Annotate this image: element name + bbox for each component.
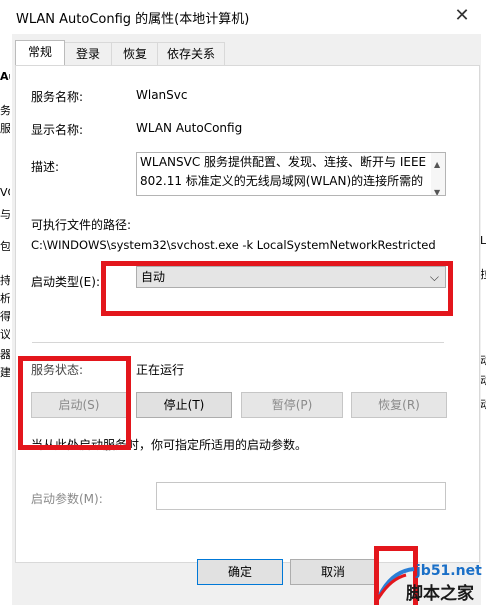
description-line: WLANSVC 服务提供配置、发现、连接、断开与 IEEE (140, 155, 427, 169)
window-title: WLAN AutoConfig 的属性(本地计算机) (16, 12, 250, 27)
close-icon[interactable]: ✕ (452, 6, 472, 26)
stop-service-button[interactable]: 停止(T) (136, 392, 232, 418)
background-text-fragment: Au (0, 70, 10, 83)
start-params-input[interactable] (156, 482, 446, 510)
description-label: 描述: (31, 160, 60, 174)
tab-general[interactable]: 常规 (15, 40, 65, 65)
description-textbox[interactable]: WLANSVC 服务提供配置、发现、连接、断开与 IEEE 802.11 标准定… (136, 152, 446, 196)
background-text-fragment: 析 (0, 292, 10, 305)
ok-button[interactable]: 确定 (197, 559, 283, 585)
service-status-value: 正在运行 (136, 363, 185, 377)
description-scrollbar[interactable]: ▲ ▼ (431, 153, 445, 195)
annotation-highlight-startup-type (101, 261, 453, 316)
background-text-fragment: 器 (0, 348, 10, 361)
scroll-up-icon[interactable]: ▲ (434, 155, 440, 174)
tab-recovery[interactable]: 恢复 (111, 42, 159, 65)
background-text-fragment: VC (0, 186, 10, 199)
background-text-fragment: 服 (0, 122, 10, 135)
divider (32, 342, 444, 343)
title-bar[interactable]: WLAN AutoConfig 的属性(本地计算机) ✕ (0, 0, 486, 34)
properties-dialog: 常规 登录 恢复 依存关系 服务名称: WlanSvc 显示名称: WLAN A… (12, 34, 481, 605)
service-name-value: WlanSvc (136, 88, 188, 102)
background-text-fragment: 议 (0, 328, 10, 341)
background-window-left-edge: Au 务 服 VC 与 包 持 析 得 议 器 建 (0, 34, 12, 605)
display-name-value: WLAN AutoConfig (136, 121, 243, 135)
startup-type-label: 启动类型(E): (31, 275, 100, 289)
resume-service-button[interactable]: 恢复(R) (351, 392, 447, 418)
background-text-fragment: 持 (0, 274, 10, 287)
background-text-fragment: 务 (0, 104, 10, 117)
description-line: 802.11 标准定义的无线局域网(WLAN)的连接所需的 (140, 174, 424, 188)
background-text-fragment: 得 (0, 310, 10, 323)
watermark-site: jb51.net (416, 563, 482, 579)
annotation-highlight-service-status (18, 356, 131, 450)
display-name-label: 显示名称: (31, 123, 84, 137)
pause-service-button[interactable]: 暂停(P) (241, 392, 343, 418)
watermark-logo: jb51.net 脚本之家 (376, 561, 484, 604)
watermark-brand: 脚本之家 (406, 584, 474, 604)
start-params-label: 启动参数(M): (31, 492, 103, 506)
cancel-button[interactable]: 取消 (290, 559, 376, 585)
exe-path-value: C:\WINDOWS\system32\svchost.exe -k Local… (31, 238, 436, 252)
tab-dependencies[interactable]: 依存关系 (157, 42, 225, 65)
service-name-label: 服务名称: (31, 90, 84, 104)
background-text-fragment: 建 (0, 366, 10, 379)
background-text-fragment: 与 (0, 208, 10, 221)
tab-logon[interactable]: 登录 (63, 42, 113, 65)
scroll-down-icon[interactable]: ▼ (434, 183, 440, 195)
background-text-fragment: 包 (0, 240, 10, 253)
exe-path-label: 可执行文件的路径: (31, 218, 132, 232)
